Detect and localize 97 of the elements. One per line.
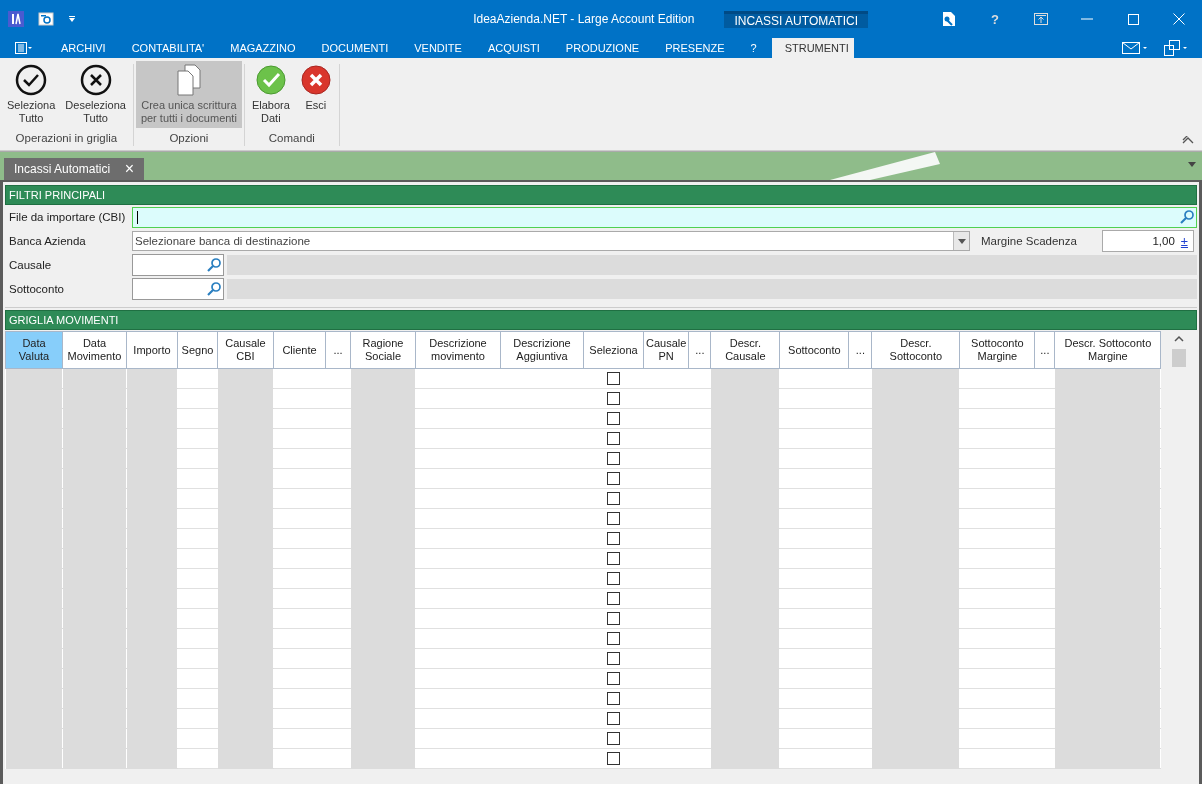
scroll-thumb[interactable] (1172, 349, 1187, 367)
column-header[interactable]: ... (325, 331, 351, 369)
menu-tab[interactable]: ? (737, 38, 770, 58)
column-header[interactable]: Ragione Sociale (350, 331, 416, 369)
checkmark-icon (254, 64, 287, 96)
column-header[interactable]: ... (848, 331, 872, 369)
column-header[interactable]: ... (1034, 331, 1055, 369)
row-checkbox[interactable] (607, 712, 620, 726)
group-label: Comandi (267, 131, 316, 146)
close-tab-button[interactable]: × (124, 160, 134, 178)
ribbon-button[interactable]: Deseleziona Tutto (60, 61, 131, 128)
column-header[interactable]: Descr. Sottoconto (871, 331, 960, 369)
document-tab[interactable]: Incassi Automatici × (4, 158, 144, 180)
menu-tab[interactable]: CONTABILITA' (118, 38, 218, 58)
row-checkbox[interactable] (607, 612, 620, 626)
section-header: FILTRI PRINCIPALI (5, 185, 1197, 205)
menu-tab[interactable]: PRODUZIONE (552, 38, 653, 58)
menu-tab[interactable]: STRUMENTI (771, 38, 854, 58)
menu-tab[interactable]: VENDITE (401, 38, 475, 58)
column-header[interactable]: Data Valuta (5, 331, 63, 369)
menu-tab[interactable]: ACQUISTI (474, 38, 553, 58)
row-checkbox[interactable] (607, 452, 620, 466)
column-header[interactable]: Sottoconto (779, 331, 849, 369)
field-label: Banca Azienda (8, 235, 87, 247)
row-checkbox[interactable] (607, 632, 620, 646)
row-checkbox[interactable] (607, 552, 620, 566)
row-checkbox[interactable] (607, 512, 620, 526)
bank-dropdown[interactable]: Selezionare banca di destinazione (132, 231, 970, 251)
check-circle-icon (15, 64, 48, 96)
layout-icon[interactable] (1164, 40, 1188, 56)
column-header[interactable]: Descr. Sottoconto Margine (1054, 331, 1161, 369)
tab-list-arrow-icon[interactable] (1188, 162, 1196, 167)
row-checkbox[interactable] (607, 672, 620, 686)
ribbon-button[interactable]: Elabora Dati (246, 61, 295, 128)
dropdown-arrow-icon[interactable] (957, 238, 966, 244)
context-tab[interactable]: INCASSI AUTOMATICI (724, 10, 868, 28)
margin-spin-field[interactable]: 1,00 ± (1102, 230, 1194, 252)
row-checkbox[interactable] (607, 752, 620, 766)
field-label: File da importare (CBI) (8, 211, 127, 223)
dropdown-arrow-icon[interactable] (68, 15, 76, 23)
ribbon-button[interactable]: Esci (294, 61, 337, 128)
column-header[interactable]: Data Movimento (62, 331, 127, 369)
menu-icon[interactable] (15, 42, 33, 54)
column-header[interactable]: ... (688, 331, 711, 369)
column-header[interactable]: Importo (126, 331, 178, 369)
column-header[interactable]: Seleziona (583, 331, 644, 369)
menu-tab[interactable]: ARCHIVI (48, 38, 119, 58)
column-header[interactable]: Descrizione movimento (415, 331, 501, 369)
row-checkbox[interactable] (607, 472, 620, 486)
column-header[interactable]: Cliente (273, 331, 326, 369)
column-header[interactable]: Causale PN (643, 331, 689, 369)
search-icon[interactable] (1180, 210, 1194, 224)
ribbon-display-icon[interactable] (1034, 13, 1048, 25)
collapse-ribbon-icon[interactable] (1182, 136, 1194, 144)
row-checkbox[interactable] (607, 392, 620, 406)
row-checkbox[interactable] (607, 532, 620, 546)
field-label: Margine Scadenza (980, 235, 1078, 247)
column-header[interactable]: Sottoconto Margine (959, 331, 1035, 369)
row-checkbox[interactable] (607, 492, 620, 506)
close-icon[interactable] (1173, 13, 1185, 25)
ribbon-button[interactable]: Crea unica scrittura per tutti i documenti (135, 61, 242, 128)
spin-button[interactable]: ± (1180, 233, 1188, 249)
group-label: Opzioni (168, 131, 210, 146)
ribbon-button[interactable]: Seleziona Tutto (2, 61, 61, 128)
maximize-icon[interactable] (1127, 13, 1139, 25)
field-label: Sottoconto (8, 283, 65, 295)
row-checkbox[interactable] (607, 412, 620, 426)
column-header[interactable]: Descr. Causale (710, 331, 780, 369)
app-logo-icon[interactable] (8, 11, 24, 27)
search-icon[interactable] (207, 258, 221, 272)
x-circle-icon (79, 64, 112, 96)
group-label: Operazioni in griglia (14, 131, 119, 146)
lookup-field[interactable] (132, 278, 224, 300)
window-title: IdeaAzienda.NET - Large Account Edition (473, 12, 695, 26)
row-checkbox[interactable] (607, 432, 620, 446)
print-preview-icon[interactable] (38, 11, 54, 27)
search-icon[interactable] (207, 282, 221, 296)
mail-icon[interactable] (1122, 42, 1148, 54)
row-checkbox[interactable] (607, 372, 620, 386)
section-header: GRIGLIA MOVIMENTI (5, 310, 1197, 330)
row-checkbox[interactable] (607, 572, 620, 586)
lookup-field[interactable] (132, 254, 224, 276)
menu-tab[interactable]: MAGAZZINO (217, 38, 309, 58)
help-button[interactable]: ? (972, 11, 1018, 27)
row-checkbox[interactable] (607, 732, 620, 746)
row-checkbox[interactable] (607, 692, 620, 706)
file-input-field[interactable] (132, 206, 1197, 228)
row-checkbox[interactable] (607, 652, 620, 666)
column-header[interactable]: Segno (177, 331, 218, 369)
menu-tab[interactable]: DOCUMENTI (308, 38, 402, 58)
row-checkbox[interactable] (607, 592, 620, 606)
column-header[interactable]: Descrizione Aggiuntiva (500, 331, 584, 369)
document-wrench-icon[interactable] (942, 11, 956, 27)
menu-tab[interactable]: PRESENZE (652, 38, 738, 58)
field-label: Causale (8, 259, 53, 271)
column-header[interactable]: Causale CBI (217, 331, 274, 369)
cancel-icon (299, 64, 332, 96)
